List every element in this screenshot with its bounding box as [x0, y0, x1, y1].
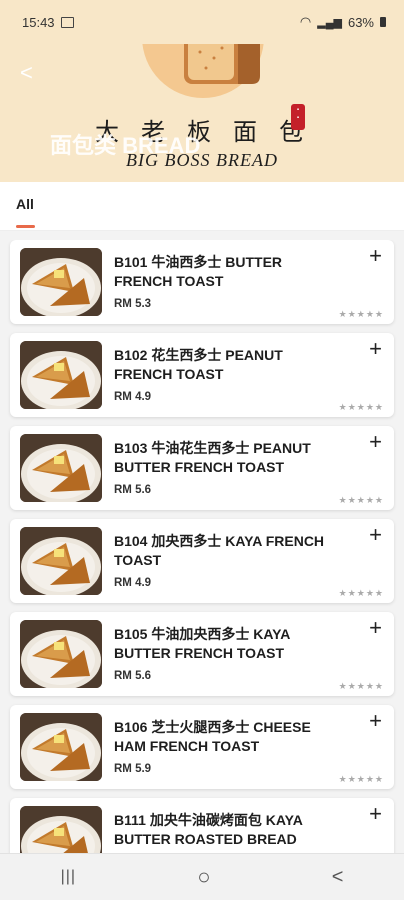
product-name: B105 牛油加央西多士 KAYA BUTTER FRENCH TOAST — [114, 626, 290, 661]
product-card[interactable]: B103 牛油花生西多士 PEANUT BUTTER FRENCH TOAST … — [10, 426, 394, 510]
product-image — [20, 527, 102, 595]
product-card[interactable]: B105 牛油加央西多士 KAYA BUTTER FRENCH TOAST RM… — [10, 612, 394, 696]
wifi-icon: ︎◠ — [299, 14, 312, 29]
product-price: RM 5.3 — [114, 298, 152, 310]
add-to-cart-icon[interactable]: + — [369, 710, 382, 732]
back-arrow-icon[interactable]: < — [20, 62, 33, 84]
product-price: RM 4.9 — [114, 577, 152, 589]
product-image — [20, 248, 102, 316]
red-seal-stamp: ▪ ▪ — [291, 104, 305, 130]
brand-name-english: BIG BOSS BREAD — [126, 150, 278, 170]
product-image — [20, 341, 102, 409]
product-card[interactable]: B101 牛油西多士 BUTTER FRENCH TOAST RM 5.3 + … — [10, 240, 394, 324]
nav-back-button[interactable]: < — [332, 866, 344, 889]
rating-stars: ★★★★★ — [338, 402, 384, 412]
product-price: RM 4.9 — [114, 391, 152, 403]
battery-text: 63% — [347, 14, 374, 30]
product-image — [20, 713, 102, 781]
rating-stars: ★★★★★ — [338, 588, 384, 598]
product-name: B101 牛油西多士 BUTTER FRENCH TOAST — [114, 254, 283, 289]
product-name: B106 芝士火腿西多士 CHEESE HAM FRENCH TOAST — [114, 719, 311, 754]
rating-stars: ★★★★★ — [338, 495, 384, 505]
add-to-cart-icon[interactable]: + — [369, 431, 382, 453]
product-price: RM 5.6 — [114, 670, 152, 682]
product-image — [20, 434, 102, 502]
product-name: B111 加央牛油碳烤面包 KAYA BUTTER ROASTED BREAD — [114, 812, 303, 847]
add-to-cart-icon[interactable]: + — [369, 524, 382, 546]
signal-icon: ▂▄▆ — [317, 16, 342, 29]
category-tabs: All — [0, 182, 404, 231]
product-name: B103 牛油花生西多士 PEANUT BUTTER FRENCH TOAST — [114, 440, 311, 475]
product-list[interactable]: B101 牛油西多士 BUTTER FRENCH TOAST RM 5.3 + … — [0, 240, 404, 854]
gallery-notification-icon — [60, 16, 74, 28]
product-price: RM 5.9 — [114, 763, 152, 775]
product-price: RM 5.6 — [114, 484, 152, 496]
recents-button[interactable]: ||| — [61, 868, 76, 886]
status-bar: 15:43 ︎◠ ▂▄▆ 63% — [0, 0, 404, 44]
rating-stars: ★★★★★ — [338, 774, 384, 784]
status-time: 15:43 — [22, 14, 55, 30]
battery-icon — [380, 17, 386, 27]
add-to-cart-icon[interactable]: + — [369, 245, 382, 267]
tab-active-indicator — [16, 225, 35, 228]
product-name: B104 加央西多士 KAYA FRENCH TOAST — [114, 533, 325, 568]
product-name: B102 花生西多士 PEANUT FRENCH TOAST — [114, 347, 283, 382]
product-image — [20, 806, 102, 854]
rating-stars: ★★★★★ — [338, 681, 384, 691]
system-navigation-bar: ||| ○ < — [0, 853, 404, 900]
tab-all[interactable]: All — [16, 196, 34, 212]
product-card[interactable]: B106 芝士火腿西多士 CHEESE HAM FRENCH TOAST RM … — [10, 705, 394, 789]
add-to-cart-icon[interactable]: + — [369, 338, 382, 360]
product-card[interactable]: B102 花生西多士 PEANUT FRENCH TOAST RM 4.9 + … — [10, 333, 394, 417]
product-card[interactable]: B111 加央牛油碳烤面包 KAYA BUTTER ROASTED BREAD … — [10, 798, 394, 854]
product-image — [20, 620, 102, 688]
product-card[interactable]: B104 加央西多士 KAYA FRENCH TOAST RM 4.9 + ★★… — [10, 519, 394, 603]
add-to-cart-icon[interactable]: + — [369, 617, 382, 639]
home-button[interactable]: ○ — [197, 864, 210, 890]
rating-stars: ★★★★★ — [338, 309, 384, 319]
add-to-cart-icon[interactable]: + — [369, 803, 382, 825]
